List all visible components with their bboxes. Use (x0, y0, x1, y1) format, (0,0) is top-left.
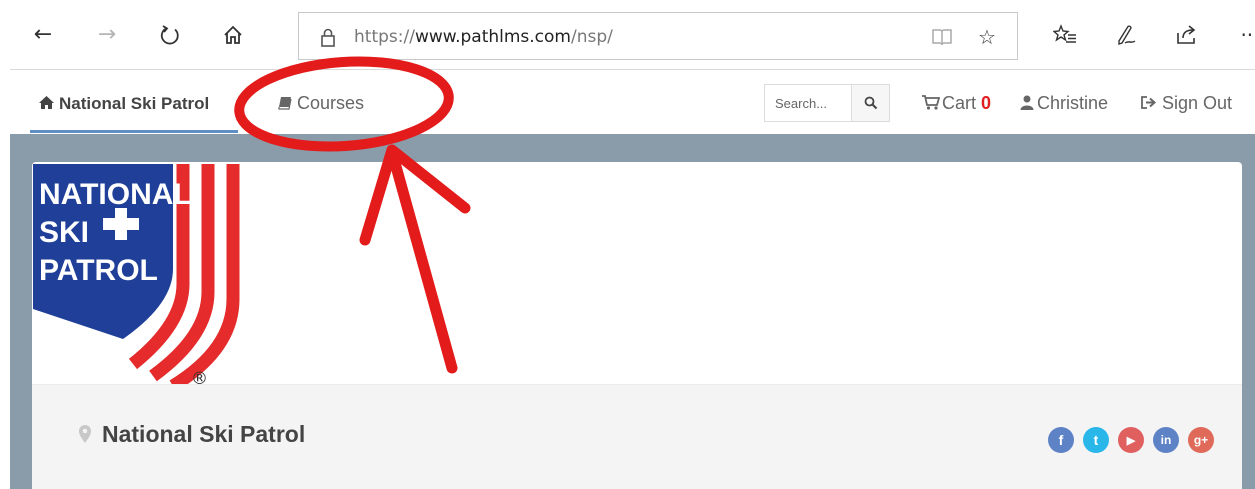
youtube-icon[interactable]: ▶ (1118, 427, 1144, 453)
logo-line1: NATIONAL (39, 178, 192, 211)
user-label: Christine (1037, 93, 1109, 113)
search-icon (864, 96, 877, 110)
twitter-glyph: t (1093, 432, 1099, 448)
facebook-glyph: f (1058, 432, 1064, 448)
sign-out-icon (1141, 96, 1157, 109)
signout-link[interactable]: Sign Out (1141, 93, 1232, 114)
url-host: www.pathlms.com (414, 27, 571, 47)
nsp-logo: NATIONAL SKI PATROL ® (33, 164, 240, 386)
address-bar[interactable]: https://www.pathlms.com/nsp/ ☆ (298, 12, 1018, 60)
brand-label: National Ski Patrol (59, 94, 210, 113)
url-text: https://www.pathlms.com/nsp/ (354, 27, 613, 47)
reading-view-icon[interactable] (927, 22, 957, 52)
twitter-icon[interactable]: t (1083, 427, 1109, 453)
site-navbar: National Ski Patrol Courses Cart 0 Chris… (10, 70, 1255, 134)
courses-label: Courses (297, 93, 365, 113)
logo-line2: SKI (39, 216, 89, 249)
forward-icon[interactable]: → (92, 20, 122, 50)
cart-count: 0 (981, 93, 992, 113)
signout-label: Sign Out (1162, 93, 1233, 113)
browser-toolbar: ← → https://www.pathlms.com/nsp/ ☆ ··· (10, 0, 1255, 70)
url-scheme: https:// (354, 27, 415, 47)
user-icon (1020, 95, 1034, 110)
more-icon[interactable]: ··· (1235, 20, 1255, 50)
back-icon[interactable]: ← (28, 20, 58, 50)
map-pin-icon (79, 425, 91, 443)
share-icon[interactable] (1172, 20, 1202, 50)
cart-label: Cart (942, 93, 977, 113)
url-path: /nsp/ (571, 27, 613, 47)
star-icon[interactable]: ☆ (972, 22, 1002, 52)
cart-icon (922, 95, 941, 110)
window-edge (0, 0, 10, 489)
cart-link[interactable]: Cart 0 (921, 93, 991, 114)
home-icon[interactable] (218, 20, 248, 50)
courses-link[interactable]: Courses (278, 93, 364, 114)
active-tab-indicator (30, 130, 238, 133)
youtube-glyph: ▶ (1126, 434, 1136, 447)
search-button[interactable] (851, 85, 889, 121)
book-icon (278, 97, 292, 110)
linkedin-glyph: in (1160, 433, 1172, 447)
org-title: National Ski Patrol (102, 421, 306, 447)
pen-icon[interactable] (1112, 20, 1142, 50)
user-link[interactable]: Christine (1020, 93, 1108, 114)
favorites-icon[interactable] (1050, 20, 1080, 50)
search-box (764, 84, 890, 122)
logo-line3: PATROL (39, 254, 158, 287)
home-nav-icon (39, 96, 54, 109)
facebook-icon[interactable]: f (1048, 427, 1074, 453)
search-input[interactable] (765, 85, 851, 121)
linkedin-icon[interactable]: in (1153, 427, 1179, 453)
brand-link[interactable]: National Ski Patrol (38, 94, 209, 114)
google-plus-glyph: g+ (1193, 433, 1209, 447)
refresh-icon[interactable] (155, 20, 185, 50)
google-plus-icon[interactable]: g+ (1188, 427, 1214, 453)
lock-icon (321, 28, 335, 47)
